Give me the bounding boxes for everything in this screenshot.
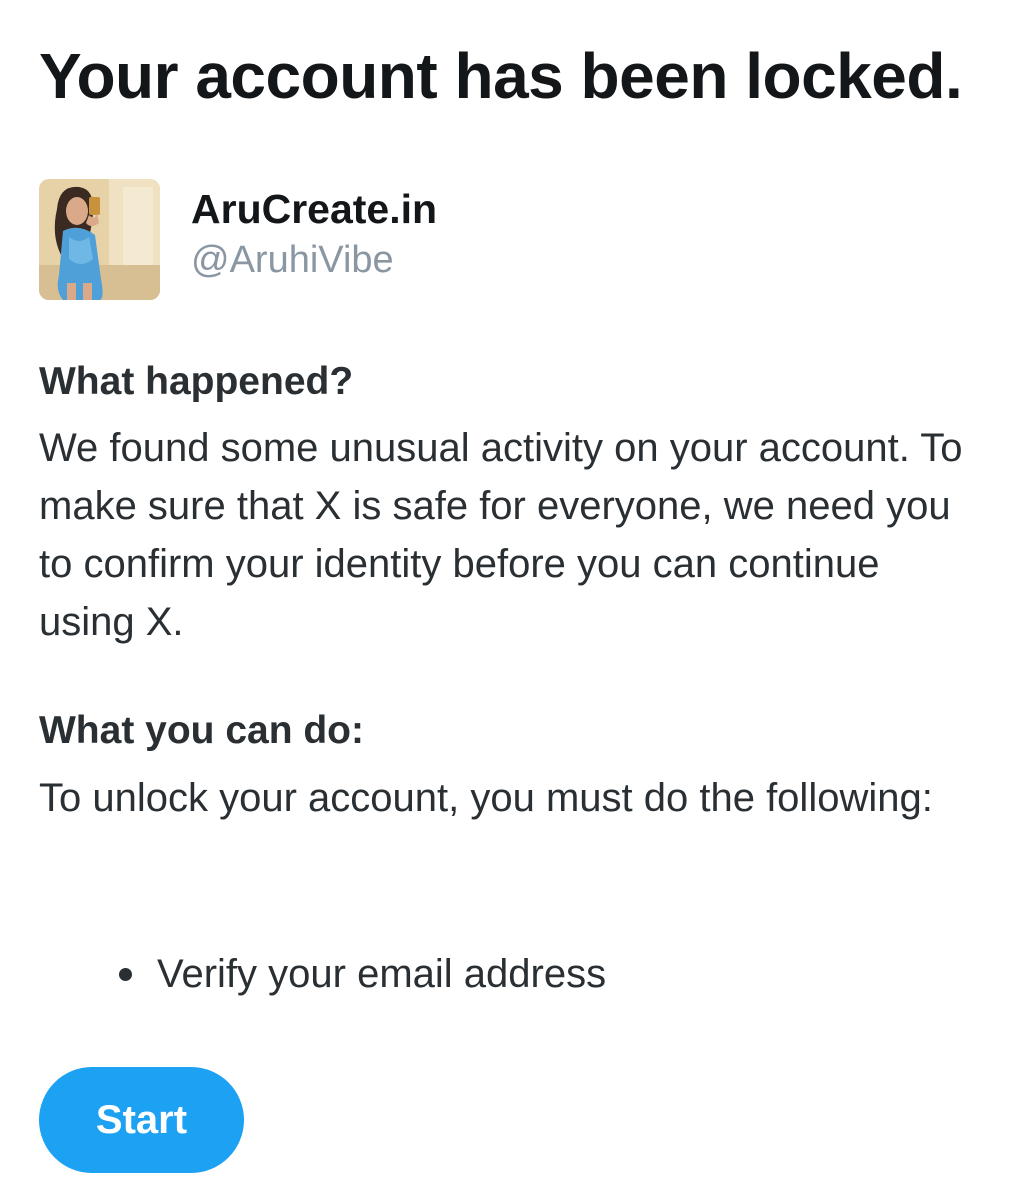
requirement-label: Verify your email address	[157, 952, 607, 996]
display-name: AruCreate.in	[191, 186, 438, 232]
what-you-can-do-heading: What you can do:	[39, 709, 364, 752]
start-button[interactable]: Start	[39, 1067, 244, 1173]
what-you-can-do-text: To unlock your account, you must do the …	[39, 776, 933, 820]
profile-names: AruCreate.in @AruhiVibe	[191, 179, 437, 285]
avatar-photo	[39, 179, 160, 300]
page-title: Your account has been locked.	[39, 40, 963, 112]
what-happened-heading: What happened?	[39, 360, 354, 403]
avatar	[39, 179, 160, 300]
what-happened-text: We found some unusual activity on your a…	[39, 426, 963, 644]
list-item: Verify your email address	[114, 945, 606, 1003]
bullet-icon	[119, 967, 132, 981]
requirements-list: Verify your email address	[114, 945, 606, 1003]
user-handle: @AruhiVibe	[191, 239, 394, 282]
profile-card: AruCreate.in @AruhiVibe	[39, 179, 437, 301]
